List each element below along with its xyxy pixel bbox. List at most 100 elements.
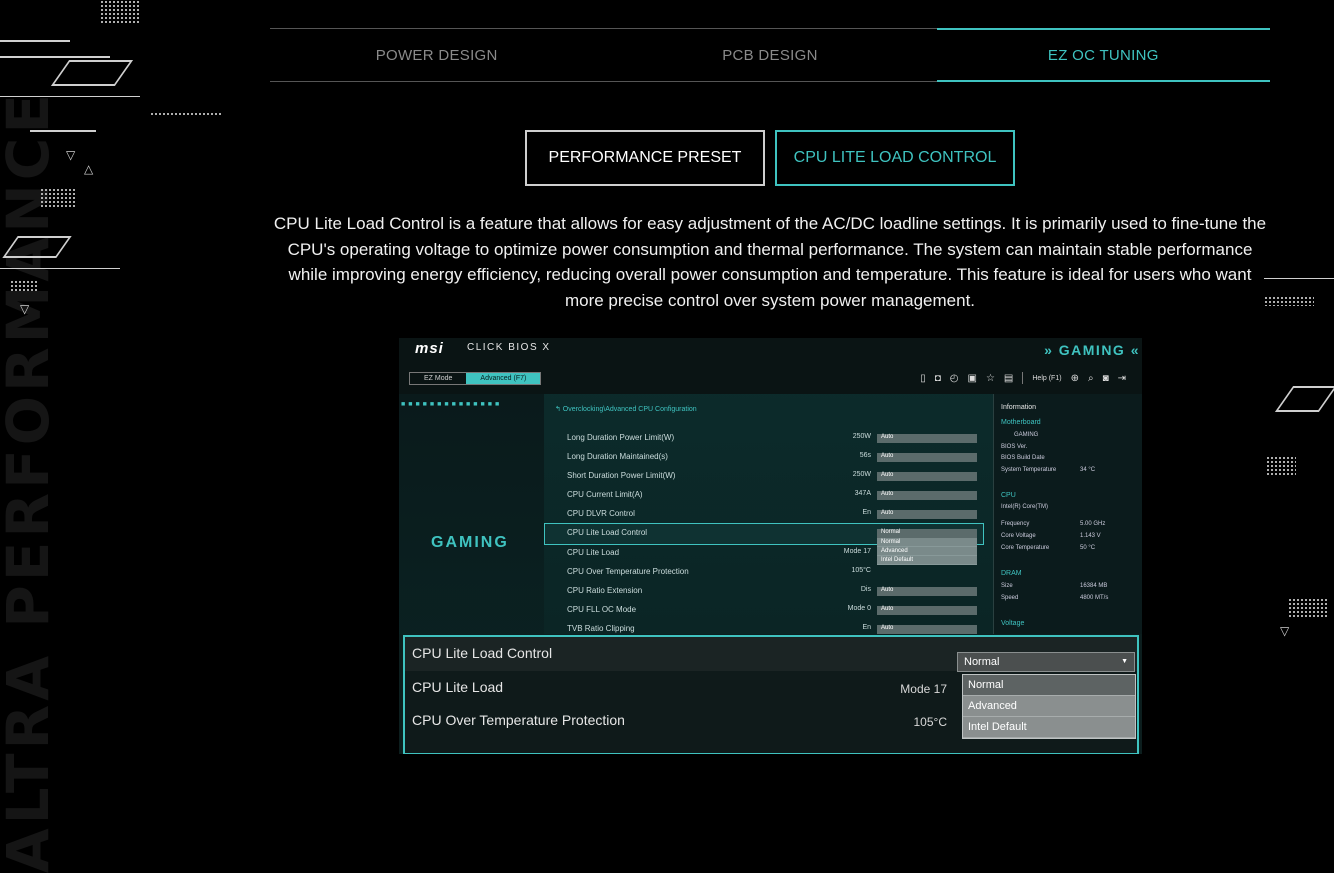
decor-slant <box>1274 386 1334 412</box>
lite-load-select[interactable]: Normal ▼ <box>957 652 1135 672</box>
bios-mode-switch: EZ Mode Advanced (F7) <box>409 372 542 385</box>
decor-dots <box>40 188 76 208</box>
setting-control: Auto <box>877 605 977 615</box>
info-core-temp-value: 50 °C <box>1080 545 1096 551</box>
info-title: Information <box>1001 404 1037 411</box>
zoom-row-value: Mode 17 <box>900 681 947 696</box>
bios-setting-row: Long Duration Maintained(s) 56s Auto <box>545 448 983 467</box>
toolbar-separator <box>1022 372 1024 384</box>
decor-dash <box>1264 278 1334 279</box>
decor-dash <box>0 268 120 269</box>
info-heading-voltage: Voltage <box>1001 620 1025 627</box>
save-icon: ▤ <box>1003 372 1014 384</box>
setting-value: 250W <box>852 433 871 440</box>
bios-small-dropdown: Normal Advanced Intel Default <box>877 538 977 565</box>
tab-power-design[interactable]: POWER DESIGN <box>270 29 603 81</box>
bios-gaming-label: GAMING <box>431 534 509 551</box>
usb-icon: ▯ <box>920 372 926 384</box>
setting-control: Auto <box>877 491 977 501</box>
info-sys-temp-label: System Temperature <box>1001 467 1057 473</box>
info-speed-value: 4800 MT/s <box>1080 595 1109 601</box>
setting-control: Auto <box>877 510 977 520</box>
lite-load-options: Normal Advanced Intel Default <box>962 674 1136 739</box>
info-frequency-value: 5.00 GHz <box>1080 521 1106 527</box>
info-speed-label: Speed <box>1001 595 1019 601</box>
decor-dash <box>0 40 70 42</box>
setting-label: CPU Current Limit(A) <box>567 490 643 500</box>
msi-logo: msi <box>415 340 444 357</box>
dropdown-option: Normal <box>877 538 977 547</box>
setting-control: Auto <box>877 434 977 443</box>
bios-product-name: CLICK BIOS X <box>467 342 551 353</box>
bios-settings-list: Long Duration Power Limit(W) 250W Auto Lon… <box>544 429 984 639</box>
bios-setting-row: Long Duration Power Limit(W) 250W Auto <box>545 429 983 448</box>
info-motherboard: GAMING <box>1014 432 1039 438</box>
dropdown-option: Intel Default <box>877 556 977 565</box>
feature-tabs: POWER DESIGN PCB DESIGN EZ OC TUNING <box>270 28 1270 82</box>
decor-dash <box>0 56 110 58</box>
help-label: Help (F1) <box>1032 374 1062 382</box>
triangle-icon: △ <box>84 162 94 176</box>
decor-dots <box>1266 456 1296 476</box>
info-bios-build: BIOS Build Date <box>1001 455 1045 461</box>
option-normal[interactable]: Normal <box>963 675 1135 696</box>
setting-value: 105°C <box>851 566 871 574</box>
star-icon: ☆ <box>985 372 995 384</box>
option-advanced[interactable]: Advanced <box>963 696 1135 717</box>
globe-icon: ⊕ <box>1070 372 1079 384</box>
setting-value: En <box>862 509 871 517</box>
option-intel-default[interactable]: Intel Default <box>963 717 1135 738</box>
setting-label: Long Duration Maintained(s) <box>567 452 668 462</box>
setting-value: Mode 0 <box>847 604 871 612</box>
triangle-icon: ▽ <box>1280 624 1290 638</box>
info-size-label: Size <box>1001 583 1013 589</box>
info-heading-cpu: CPU <box>1001 492 1016 499</box>
setting-value: 347A <box>854 490 871 498</box>
setting-label: CPU Ratio Extension <box>567 585 643 595</box>
setting-label: Short Duration Power Limit(W) <box>567 471 676 481</box>
zoom-row-label: CPU Over Temperature Protection <box>412 712 625 728</box>
setting-control: Auto <box>877 453 977 463</box>
chevron-down-icon: ▼ <box>1121 658 1128 665</box>
decorative-right-art: ▽ <box>1264 0 1334 782</box>
tab-ez-oc-tuning[interactable]: EZ OC TUNING <box>936 28 1270 82</box>
decor-slant <box>50 60 134 86</box>
decor-dots <box>100 0 140 24</box>
setting-control: Auto <box>877 624 977 634</box>
bios-setting-row: Short Duration Power Limit(W) 250W Auto <box>545 467 983 486</box>
decor-dash <box>0 96 140 97</box>
bios-breadcrumb: ↰ Overclocking\Advanced CPU Configuratio… <box>555 406 697 413</box>
setting-label: Long Duration Power Limit(W) <box>567 433 675 442</box>
bios-toolbar: ▯ ◘ ◴ ▣ ☆ ▤ Help (F1) ⊕ ⌕ ◙ ⇥ <box>920 372 1126 384</box>
bios-setting-row: CPU FLL OC Mode Mode 0 Auto <box>545 601 983 620</box>
setting-value: Dis <box>860 585 871 593</box>
cpu-lite-load-control-button[interactable]: CPU LITE LOAD CONTROL <box>775 130 1015 186</box>
exit-icon: ⇥ <box>1117 372 1126 384</box>
lite-load-select-value: Normal <box>964 656 1000 668</box>
setting-label: CPU Lite Load <box>567 547 620 557</box>
cpu-icon: ◘ <box>934 372 941 384</box>
info-core-voltage-value: 1.143 V <box>1080 533 1101 539</box>
zoom-row-value: 105°C <box>913 715 948 729</box>
feature-description: CPU Lite Load Control is a feature that … <box>273 214 1267 311</box>
decor-dash <box>30 130 96 132</box>
setting-label: CPU Lite Load Control <box>567 528 648 538</box>
bios-setting-row: CPU Over Temperature Protection 105°C <box>545 563 983 582</box>
zoomed-setting-panel: CPU Lite Load Control CPU Lite Load Mode… <box>403 635 1139 754</box>
gaming-brand: » GAMING « <box>1044 342 1140 358</box>
ez-mode-tab: EZ Mode <box>424 375 453 382</box>
triangle-icon: ▽ <box>20 302 30 316</box>
setting-label: TVB Ratio Clipping <box>567 623 635 633</box>
info-heading-dram: DRAM <box>1001 570 1022 577</box>
tab-pcb-design[interactable]: PCB DESIGN <box>603 29 936 81</box>
performance-preset-button[interactable]: PERFORMANCE PRESET <box>525 130 765 186</box>
setting-value: Mode 17 <box>843 547 871 555</box>
triangle-icon: ▽ <box>66 148 76 162</box>
bios-setting-row: CPU Current Limit(A) 347A Auto <box>545 486 983 505</box>
setting-value: 250W <box>852 471 871 479</box>
zoom-row-label: CPU Lite Load Control <box>412 645 553 661</box>
info-core-voltage-label: Core Voltage <box>1001 533 1036 539</box>
monitor-icon: ▣ <box>967 372 977 384</box>
setting-label: CPU DLVR Control <box>567 509 635 519</box>
setting-label: CPU Over Temperature Protection <box>567 566 689 576</box>
